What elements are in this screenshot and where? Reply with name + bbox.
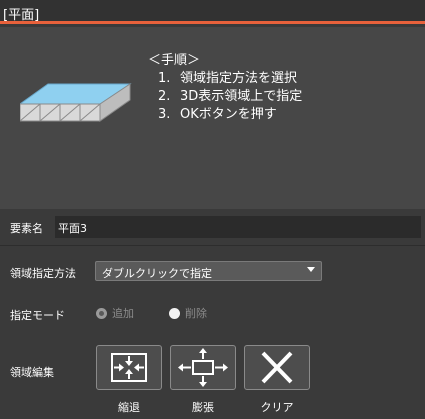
- clear-x-icon: [261, 351, 293, 384]
- clear-button[interactable]: [244, 345, 310, 390]
- mode-radio-delete-label: 削除: [185, 307, 207, 320]
- radio-icon: [96, 307, 107, 319]
- title-bar: [平面]: [0, 0, 425, 24]
- shrink-button[interactable]: [96, 345, 162, 390]
- expand-icon: [178, 348, 228, 387]
- chevron-down-icon: [307, 267, 315, 272]
- area-method-selected: ダブルクリックで指定: [102, 267, 212, 280]
- procedure-header: ＜手順＞: [148, 53, 201, 68]
- shrink-button-label: 縮退: [118, 401, 140, 414]
- area-method-select[interactable]: ダブルクリックで指定: [95, 261, 322, 281]
- clear-button-label: クリア: [260, 401, 294, 414]
- element-name-field[interactable]: 平面3: [55, 216, 421, 238]
- mode-label: 指定モード: [10, 309, 65, 322]
- area-edit-label: 領域編集: [10, 366, 54, 379]
- expand-button-label: 膨張: [192, 401, 214, 414]
- window-title: [平面]: [3, 8, 40, 23]
- mode-radio-add[interactable]: 追加: [96, 305, 134, 321]
- procedure-step: 2. 3D表示領域上で指定: [158, 89, 303, 104]
- procedure-step: 3. OKボタンを押す: [158, 107, 277, 122]
- procedure-step: 1. 領域指定方法を選択: [158, 71, 298, 86]
- plane-illustration-icon: [20, 83, 132, 122]
- radio-icon: [169, 307, 180, 319]
- expand-button[interactable]: [170, 345, 236, 390]
- mode-radio-add-label: 追加: [112, 307, 134, 320]
- element-name-label: 要素名: [10, 222, 43, 235]
- area-method-label: 領域指定方法: [10, 267, 76, 280]
- divider: [0, 245, 425, 246]
- shrink-icon: [111, 353, 147, 382]
- procedure-text: ＜手順＞ 1. 領域指定方法を選択 2. 3D表示領域上で指定 3. OKボタンを押す: [148, 52, 302, 124]
- mode-radio-delete[interactable]: 削除: [169, 305, 207, 321]
